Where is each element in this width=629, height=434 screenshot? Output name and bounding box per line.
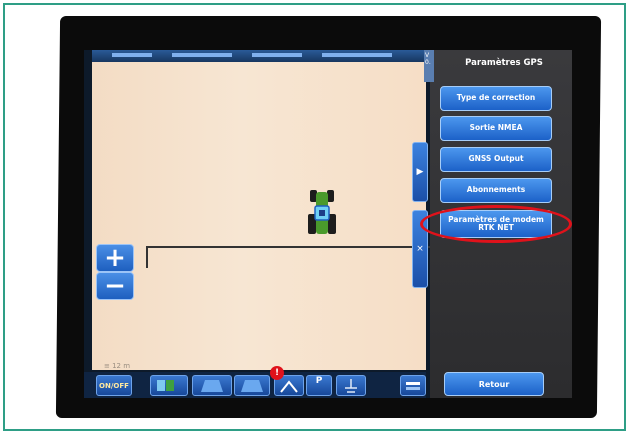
status-segment (322, 53, 392, 57)
status-segment (172, 53, 232, 57)
sortie-nmea-button[interactable]: Sortie NMEA (440, 116, 552, 141)
expand-panel-tab[interactable]: ▶ (412, 142, 428, 202)
panel-edge-indicator: V 0. (424, 50, 434, 82)
menu-toggle-button[interactable] (400, 375, 426, 396)
zoom-out-button[interactable]: − (96, 272, 134, 300)
tractor-icon (308, 190, 336, 234)
gnss-output-button[interactable]: GNSS Output (440, 147, 552, 172)
status-segment (252, 53, 302, 57)
on-off-button[interactable]: ON/OFF (96, 375, 132, 396)
abonnements-button[interactable]: Abonnements (440, 178, 552, 203)
map-scale-label: ≡ 12 m (104, 362, 131, 370)
p-button[interactable]: P (306, 375, 332, 396)
status-bar (92, 50, 426, 62)
map-view-button[interactable] (150, 375, 188, 396)
panel-title: Paramètres GPS (465, 58, 543, 68)
guidance-view-button[interactable] (234, 375, 270, 396)
field-view-button[interactable] (192, 375, 232, 396)
type-de-correction-button[interactable]: Type de correction (440, 86, 552, 111)
guidance-view-icon (241, 380, 263, 392)
bottom-toolbar: ON/OFF ! P (84, 366, 426, 398)
alert-badge[interactable]: ! (270, 366, 284, 380)
status-segment (112, 53, 152, 57)
menu-bars-icon (406, 382, 420, 390)
map-view-icon (157, 380, 174, 391)
guidance-line-tick (146, 246, 148, 268)
implement-icon (345, 379, 357, 393)
implement-button[interactable] (336, 375, 366, 396)
field-shape-icon (201, 380, 223, 392)
highlight-annotation (420, 205, 572, 243)
zoom-in-button[interactable]: + (96, 244, 134, 272)
field-map[interactable] (92, 62, 426, 370)
retour-button[interactable]: Retour (444, 372, 544, 396)
